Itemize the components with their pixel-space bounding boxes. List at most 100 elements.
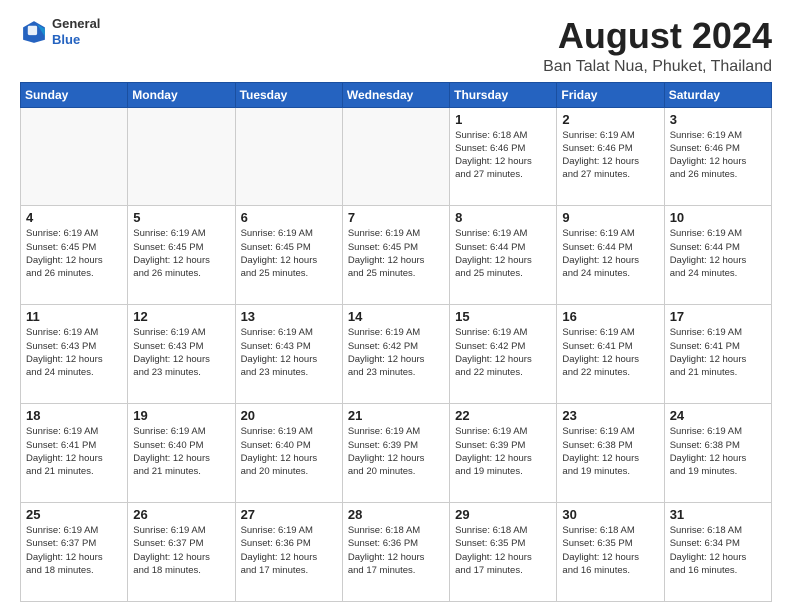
calendar-cell: 15Sunrise: 6:19 AM Sunset: 6:42 PM Dayli…	[450, 305, 557, 404]
day-number: 4	[26, 210, 122, 225]
calendar-cell: 4 Sunrise: 6:19 AM Sunset: 6:45 PM Daylig…	[21, 206, 128, 305]
day-info: Sunrise: 6:19 AM Sunset: 6:41 PM Dayligh…	[26, 425, 122, 478]
day-number: 21	[348, 408, 444, 423]
calendar-cell: 8Sunrise: 6:19 AM Sunset: 6:44 PM Daylig…	[450, 206, 557, 305]
day-info: Sunrise: 6:18 AM Sunset: 6:34 PM Dayligh…	[670, 524, 766, 577]
day-number: 11	[26, 309, 122, 324]
calendar-body: 1 Sunrise: 6:18 AM Sunset: 6:46 PM Daylig…	[21, 107, 772, 601]
calendar-cell: 9Sunrise: 6:19 AM Sunset: 6:44 PM Daylig…	[557, 206, 664, 305]
day-number: 24	[670, 408, 766, 423]
day-info: Sunrise: 6:19 AM Sunset: 6:40 PM Dayligh…	[241, 425, 337, 478]
day-number: 23	[562, 408, 658, 423]
day-info: Sunrise: 6:19 AM Sunset: 6:40 PM Dayligh…	[133, 425, 229, 478]
logo-blue: Blue	[52, 32, 80, 47]
calendar-cell: 13Sunrise: 6:19 AM Sunset: 6:43 PM Dayli…	[235, 305, 342, 404]
calendar-cell: 17 Sunrise: 6:19 AM Sunset: 6:41 PM Dayli…	[664, 305, 771, 404]
calendar-cell: 11 Sunrise: 6:19 AM Sunset: 6:43 PM Dayli…	[21, 305, 128, 404]
week-row-1: 4 Sunrise: 6:19 AM Sunset: 6:45 PM Daylig…	[21, 206, 772, 305]
day-info: Sunrise: 6:19 AM Sunset: 6:41 PM Dayligh…	[670, 326, 766, 379]
day-info: Sunrise: 6:19 AM Sunset: 6:39 PM Dayligh…	[348, 425, 444, 478]
logo-general: General	[52, 16, 100, 31]
calendar-cell	[342, 107, 449, 206]
day-info: Sunrise: 6:19 AM Sunset: 6:46 PM Dayligh…	[562, 129, 658, 182]
day-info: Sunrise: 6:19 AM Sunset: 6:37 PM Dayligh…	[26, 524, 122, 577]
day-info: Sunrise: 6:18 AM Sunset: 6:35 PM Dayligh…	[455, 524, 551, 577]
day-info: Sunrise: 6:19 AM Sunset: 6:44 PM Dayligh…	[562, 227, 658, 280]
calendar-cell	[128, 107, 235, 206]
calendar-header: SundayMondayTuesdayWednesdayThursdayFrid…	[21, 82, 772, 107]
calendar-cell: 12 Sunrise: 6:19 AM Sunset: 6:43 PM Dayli…	[128, 305, 235, 404]
calendar-cell	[235, 107, 342, 206]
day-info: Sunrise: 6:19 AM Sunset: 6:37 PM Dayligh…	[133, 524, 229, 577]
day-number: 7	[348, 210, 444, 225]
day-number: 27	[241, 507, 337, 522]
day-info: Sunrise: 6:19 AM Sunset: 6:44 PM Dayligh…	[455, 227, 551, 280]
logo: General Blue	[20, 16, 100, 47]
week-row-4: 25 Sunrise: 6:19 AM Sunset: 6:37 PM Dayli…	[21, 503, 772, 602]
calendar-cell: 5 Sunrise: 6:19 AM Sunset: 6:45 PM Daylig…	[128, 206, 235, 305]
week-row-0: 1 Sunrise: 6:18 AM Sunset: 6:46 PM Daylig…	[21, 107, 772, 206]
day-number: 17	[670, 309, 766, 324]
calendar-cell: 20 Sunrise: 6:19 AM Sunset: 6:40 PM Dayli…	[235, 404, 342, 503]
day-number: 5	[133, 210, 229, 225]
calendar-cell: 10Sunrise: 6:19 AM Sunset: 6:44 PM Dayli…	[664, 206, 771, 305]
day-info: Sunrise: 6:19 AM Sunset: 6:43 PM Dayligh…	[133, 326, 229, 379]
calendar-cell: 18 Sunrise: 6:19 AM Sunset: 6:41 PM Dayli…	[21, 404, 128, 503]
day-number: 19	[133, 408, 229, 423]
week-row-3: 18 Sunrise: 6:19 AM Sunset: 6:41 PM Dayli…	[21, 404, 772, 503]
day-number: 10	[670, 210, 766, 225]
day-number: 18	[26, 408, 122, 423]
day-info: Sunrise: 6:19 AM Sunset: 6:38 PM Dayligh…	[562, 425, 658, 478]
day-header-tuesday: Tuesday	[235, 82, 342, 107]
calendar-cell: 27 Sunrise: 6:19 AM Sunset: 6:36 PM Dayli…	[235, 503, 342, 602]
calendar-cell: 1 Sunrise: 6:18 AM Sunset: 6:46 PM Daylig…	[450, 107, 557, 206]
day-number: 3	[670, 112, 766, 127]
day-number: 6	[241, 210, 337, 225]
subtitle: Ban Talat Nua, Phuket, Thailand	[543, 58, 772, 76]
page: General Blue August 2024 Ban Talat Nua, …	[0, 0, 792, 612]
day-number: 25	[26, 507, 122, 522]
day-number: 14	[348, 309, 444, 324]
day-number: 30	[562, 507, 658, 522]
calendar-cell: 19 Sunrise: 6:19 AM Sunset: 6:40 PM Dayli…	[128, 404, 235, 503]
day-info: Sunrise: 6:19 AM Sunset: 6:46 PM Dayligh…	[670, 129, 766, 182]
day-number: 29	[455, 507, 551, 522]
day-info: Sunrise: 6:19 AM Sunset: 6:38 PM Dayligh…	[670, 425, 766, 478]
day-info: Sunrise: 6:19 AM Sunset: 6:43 PM Dayligh…	[26, 326, 122, 379]
calendar-cell: 30 Sunrise: 6:18 AM Sunset: 6:35 PM Dayli…	[557, 503, 664, 602]
calendar: SundayMondayTuesdayWednesdayThursdayFrid…	[20, 82, 772, 602]
day-info: Sunrise: 6:19 AM Sunset: 6:42 PM Dayligh…	[348, 326, 444, 379]
calendar-cell: 23 Sunrise: 6:19 AM Sunset: 6:38 PM Dayli…	[557, 404, 664, 503]
day-number: 31	[670, 507, 766, 522]
day-number: 15	[455, 309, 551, 324]
calendar-cell: 3 Sunrise: 6:19 AM Sunset: 6:46 PM Daylig…	[664, 107, 771, 206]
calendar-cell: 2 Sunrise: 6:19 AM Sunset: 6:46 PM Daylig…	[557, 107, 664, 206]
day-info: Sunrise: 6:18 AM Sunset: 6:35 PM Dayligh…	[562, 524, 658, 577]
day-number: 22	[455, 408, 551, 423]
day-info: Sunrise: 6:19 AM Sunset: 6:41 PM Dayligh…	[562, 326, 658, 379]
day-info: Sunrise: 6:19 AM Sunset: 6:45 PM Dayligh…	[133, 227, 229, 280]
day-info: Sunrise: 6:19 AM Sunset: 6:45 PM Dayligh…	[26, 227, 122, 280]
day-number: 2	[562, 112, 658, 127]
logo-text: General Blue	[52, 16, 100, 47]
day-number: 28	[348, 507, 444, 522]
day-header-monday: Monday	[128, 82, 235, 107]
day-info: Sunrise: 6:19 AM Sunset: 6:39 PM Dayligh…	[455, 425, 551, 478]
calendar-cell: 21 Sunrise: 6:19 AM Sunset: 6:39 PM Dayli…	[342, 404, 449, 503]
day-number: 1	[455, 112, 551, 127]
header-row: SundayMondayTuesdayWednesdayThursdayFrid…	[21, 82, 772, 107]
day-info: Sunrise: 6:18 AM Sunset: 6:46 PM Dayligh…	[455, 129, 551, 182]
logo-icon	[20, 18, 48, 46]
day-header-sunday: Sunday	[21, 82, 128, 107]
day-info: Sunrise: 6:18 AM Sunset: 6:36 PM Dayligh…	[348, 524, 444, 577]
day-number: 26	[133, 507, 229, 522]
title-block: August 2024 Ban Talat Nua, Phuket, Thail…	[543, 16, 772, 76]
day-header-thursday: Thursday	[450, 82, 557, 107]
day-number: 20	[241, 408, 337, 423]
day-number: 16	[562, 309, 658, 324]
day-number: 13	[241, 309, 337, 324]
calendar-cell: 28 Sunrise: 6:18 AM Sunset: 6:36 PM Dayli…	[342, 503, 449, 602]
day-number: 12	[133, 309, 229, 324]
calendar-cell: 26 Sunrise: 6:19 AM Sunset: 6:37 PM Dayli…	[128, 503, 235, 602]
day-info: Sunrise: 6:19 AM Sunset: 6:36 PM Dayligh…	[241, 524, 337, 577]
